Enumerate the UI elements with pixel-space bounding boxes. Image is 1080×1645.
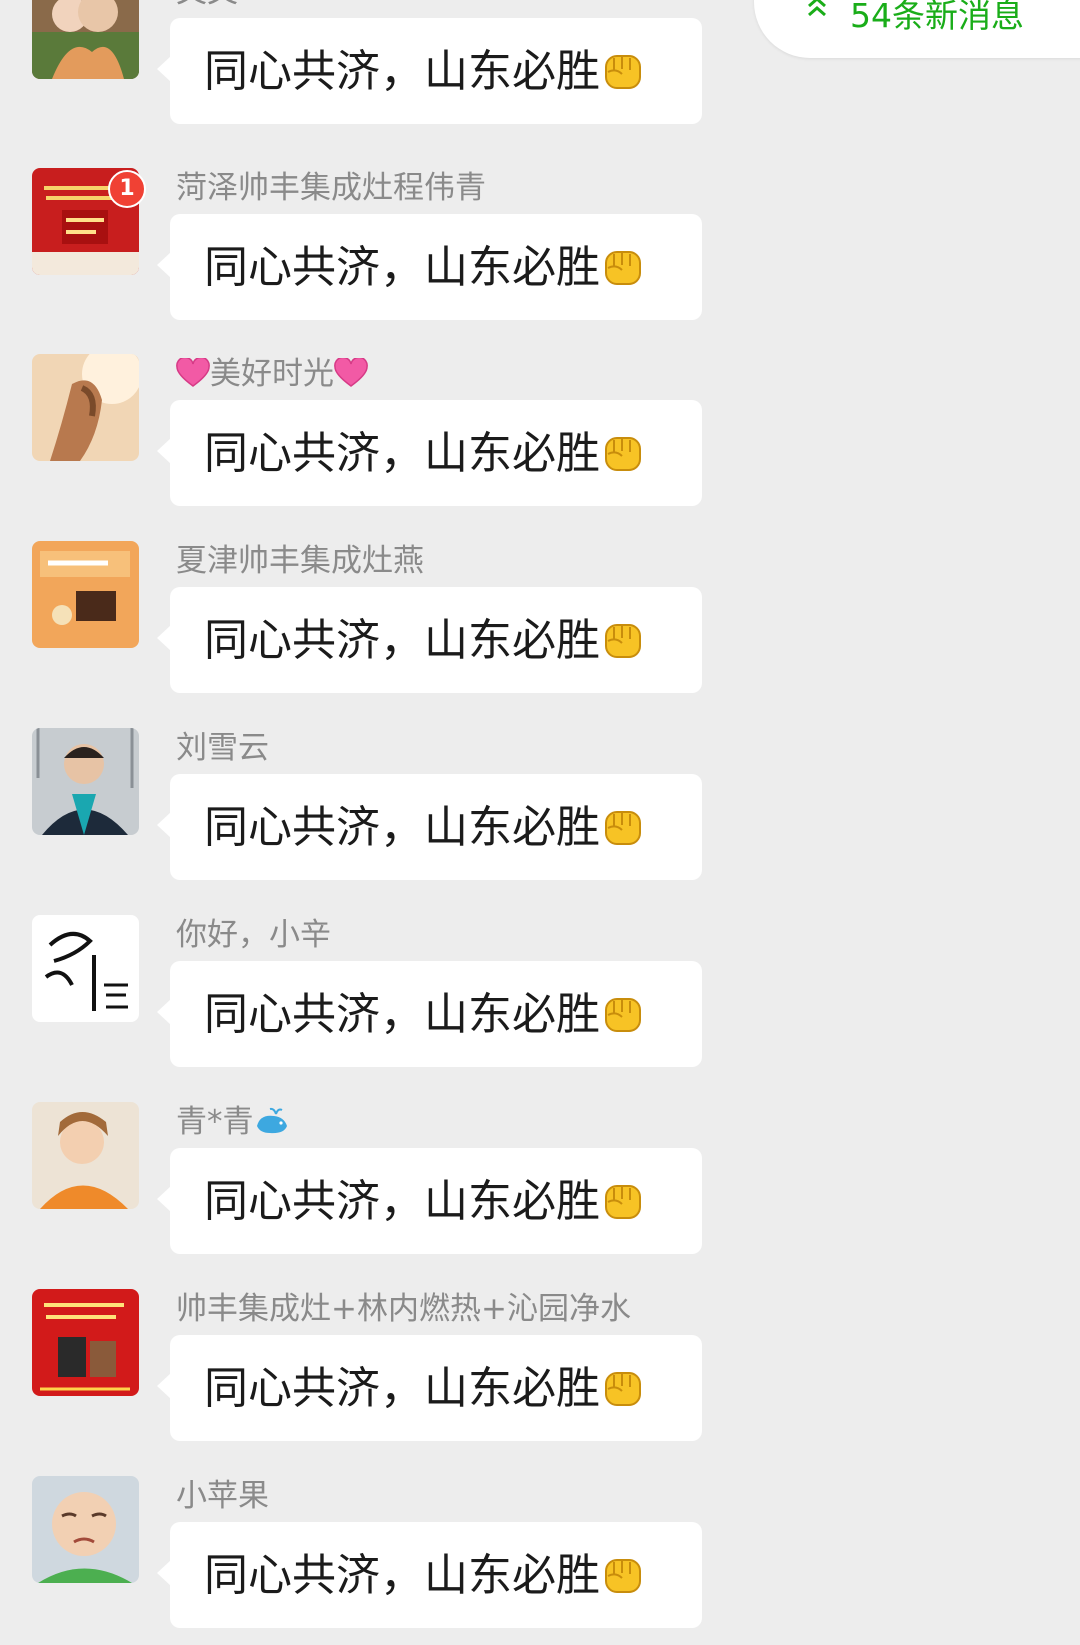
fist-icon: [605, 251, 641, 285]
avatar[interactable]: [32, 1289, 139, 1396]
fist-icon: [605, 1559, 641, 1593]
fist-icon: [605, 437, 641, 471]
sender-name: 刘雪云: [176, 730, 269, 766]
fist-icon: [605, 55, 641, 89]
heart-icon: [176, 356, 210, 387]
message-row: 夏津帅丰集成灶燕 同心共济，山东必胜: [0, 541, 760, 701]
message-row: 美好时光 同心共济，山东必胜: [0, 354, 760, 514]
message-bubble[interactable]: 同心共济，山东必胜: [157, 774, 702, 880]
fist-icon: [605, 1372, 641, 1406]
message-bubble[interactable]: 同心共济，山东必胜: [157, 1522, 702, 1628]
sender-name: 菏泽帅丰集成灶程伟青: [176, 170, 486, 206]
fist-icon: [605, 811, 641, 845]
message-bubble[interactable]: 同心共济，山东必胜: [157, 18, 702, 124]
message-bubble[interactable]: 同心共济，山东必胜: [157, 587, 702, 693]
message-row: 青*青 同心共济，山东必胜: [0, 1102, 760, 1262]
double-chevron-up-icon: [808, 0, 826, 17]
chat-message-list[interactable]: 文文 同心共济，山东必胜 菏泽帅丰集成灶程伟青 同心共济，山东必胜 美好时光 同…: [0, 0, 1080, 1645]
message-text: 同心共济，山东必胜: [204, 242, 600, 293]
avatar[interactable]: [32, 915, 139, 1022]
message-row: 小苹果 同心共济，山东必胜: [0, 1476, 760, 1636]
message-text: 同心共济，山东必胜: [204, 1550, 600, 1601]
message-text: 同心共济，山东必胜: [204, 615, 600, 666]
avatar[interactable]: [32, 541, 139, 648]
sender-name: 青*青: [176, 1102, 290, 1142]
avatar[interactable]: [32, 728, 139, 835]
message-text: 同心共济，山东必胜: [204, 989, 600, 1040]
message-text: 同心共济，山东必胜: [204, 1176, 600, 1227]
unread-badge: 1: [108, 170, 146, 208]
avatar[interactable]: [32, 1476, 139, 1583]
message-row: 帅丰集成灶+林内燃热+沁园净水 同心共济，山东必胜: [0, 1289, 760, 1449]
message-text: 同心共济，山东必胜: [204, 802, 600, 853]
sender-name: 夏津帅丰集成灶燕: [176, 543, 424, 579]
sender-name: 帅丰集成灶+林内燃热+沁园净水: [176, 1291, 631, 1327]
new-messages-button[interactable]: 54条新消息: [754, 0, 1080, 58]
message-bubble[interactable]: 同心共济，山东必胜: [157, 1335, 702, 1441]
whale-icon: [256, 1107, 287, 1134]
message-text: 同心共济，山东必胜: [204, 46, 600, 97]
message-row: 刘雪云 同心共济，山东必胜: [0, 728, 760, 888]
fist-icon: [605, 624, 641, 658]
message-row: 文文 同心共济，山东必胜: [0, 0, 760, 132]
sender-name: 美好时光: [176, 354, 368, 394]
avatar[interactable]: [32, 1102, 139, 1209]
message-text: 同心共济，山东必胜: [204, 1363, 600, 1414]
message-bubble[interactable]: 同心共济，山东必胜: [157, 1148, 702, 1254]
message-row: 你好，小辛 同心共济，山东必胜: [0, 915, 760, 1075]
sender-name: 你好，小辛: [176, 917, 331, 953]
sender-name: 小苹果: [176, 1478, 269, 1514]
new-messages-label: 54条新消息: [850, 0, 1024, 35]
sender-name-text: 青*青: [176, 1104, 254, 1140]
avatar[interactable]: [32, 354, 139, 461]
message-bubble[interactable]: 同心共济，山东必胜: [157, 214, 702, 320]
message-bubble[interactable]: 同心共济，山东必胜: [157, 400, 702, 506]
heart-icon: [334, 356, 368, 387]
avatar[interactable]: [32, 0, 139, 79]
fist-icon: [605, 998, 641, 1032]
sender-name: 文文: [176, 0, 238, 12]
message-text: 同心共济，山东必胜: [204, 428, 600, 479]
fist-icon: [605, 1185, 641, 1219]
message-bubble[interactable]: 同心共济，山东必胜: [157, 961, 702, 1067]
sender-name-text: 美好时光: [210, 356, 334, 392]
